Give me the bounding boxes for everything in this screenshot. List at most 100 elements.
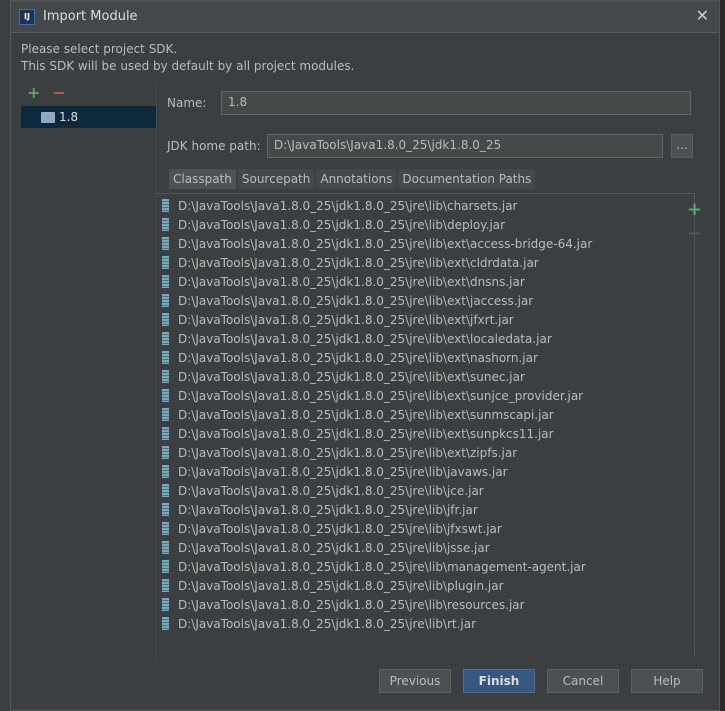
classpath-list[interactable]: D:\JavaTools\Java1.8.0_25\jdk1.8.0_25\jr… bbox=[157, 193, 695, 655]
classpath-path: D:\JavaTools\Java1.8.0_25\jdk1.8.0_25\jr… bbox=[178, 540, 490, 555]
classpath-path: D:\JavaTools\Java1.8.0_25\jdk1.8.0_25\jr… bbox=[178, 464, 508, 479]
browse-button[interactable]: ... bbox=[671, 134, 693, 158]
classpath-row[interactable]: D:\JavaTools\Java1.8.0_25\jdk1.8.0_25\jr… bbox=[157, 386, 694, 405]
jdk-path-row: JDK home path: D:\JavaTools\Java1.8.0_25… bbox=[167, 134, 693, 158]
classpath-path: D:\JavaTools\Java1.8.0_25\jdk1.8.0_25\jr… bbox=[178, 236, 593, 251]
cancel-button[interactable]: Cancel bbox=[547, 669, 619, 693]
classpath-path: D:\JavaTools\Java1.8.0_25\jdk1.8.0_25\jr… bbox=[178, 369, 525, 384]
classpath-path: D:\JavaTools\Java1.8.0_25\jdk1.8.0_25\jr… bbox=[178, 407, 554, 422]
classpath-row[interactable]: D:\JavaTools\Java1.8.0_25\jdk1.8.0_25\jr… bbox=[157, 234, 694, 253]
classpath-path: D:\JavaTools\Java1.8.0_25\jdk1.8.0_25\jr… bbox=[178, 217, 506, 232]
classpath-path: D:\JavaTools\Java1.8.0_25\jdk1.8.0_25\jr… bbox=[178, 578, 504, 593]
classpath-path: D:\JavaTools\Java1.8.0_25\jdk1.8.0_25\jr… bbox=[178, 521, 502, 536]
intellij-logo-icon: IJ bbox=[19, 8, 35, 25]
classpath-path: D:\JavaTools\Java1.8.0_25\jdk1.8.0_25\jr… bbox=[178, 312, 514, 327]
jar-icon bbox=[162, 351, 169, 364]
classpath-row[interactable]: D:\JavaTools\Java1.8.0_25\jdk1.8.0_25\jr… bbox=[157, 500, 694, 519]
jdk-path-label: JDK home path: bbox=[167, 139, 261, 153]
jar-icon bbox=[162, 446, 169, 459]
jar-icon bbox=[162, 427, 169, 440]
classpath-row[interactable]: D:\JavaTools\Java1.8.0_25\jdk1.8.0_25\jr… bbox=[157, 519, 694, 538]
jar-icon bbox=[162, 522, 169, 535]
jar-icon bbox=[162, 218, 169, 231]
jar-icon bbox=[162, 199, 169, 212]
tab-sourcepath[interactable]: Sourcepath bbox=[237, 169, 315, 189]
list-toolbar: + − bbox=[687, 198, 702, 246]
previous-button[interactable]: Previous bbox=[379, 669, 451, 693]
classpath-path: D:\JavaTools\Java1.8.0_25\jdk1.8.0_25\jr… bbox=[178, 559, 586, 574]
classpath-path: D:\JavaTools\Java1.8.0_25\jdk1.8.0_25\jr… bbox=[178, 293, 534, 308]
jar-icon bbox=[162, 560, 169, 573]
jar-icon bbox=[162, 541, 169, 554]
classpath-path: D:\JavaTools\Java1.8.0_25\jdk1.8.0_25\jr… bbox=[178, 597, 525, 612]
classpath-row[interactable]: D:\JavaTools\Java1.8.0_25\jdk1.8.0_25\jr… bbox=[157, 367, 694, 386]
classpath-path: D:\JavaTools\Java1.8.0_25\jdk1.8.0_25\jr… bbox=[178, 502, 478, 517]
classpath-row[interactable]: D:\JavaTools\Java1.8.0_25\jdk1.8.0_25\jr… bbox=[157, 310, 694, 329]
classpath-row[interactable]: D:\JavaTools\Java1.8.0_25\jdk1.8.0_25\jr… bbox=[157, 595, 694, 614]
jar-icon bbox=[162, 503, 169, 516]
close-icon[interactable]: ✕ bbox=[696, 6, 709, 25]
tab-annotations[interactable]: Annotations bbox=[316, 169, 397, 189]
help-button[interactable]: Help bbox=[631, 669, 703, 693]
classpath-row[interactable]: D:\JavaTools\Java1.8.0_25\jdk1.8.0_25\jr… bbox=[157, 329, 694, 348]
jar-icon bbox=[162, 598, 169, 611]
tab-classpath[interactable]: Classpath bbox=[169, 169, 236, 189]
classpath-path: D:\JavaTools\Java1.8.0_25\jdk1.8.0_25\jr… bbox=[178, 198, 518, 213]
classpath-path: D:\JavaTools\Java1.8.0_25\jdk1.8.0_25\jr… bbox=[178, 388, 584, 403]
remove-sdk-icon[interactable]: − bbox=[52, 83, 65, 102]
classpath-row[interactable]: D:\JavaTools\Java1.8.0_25\jdk1.8.0_25\jr… bbox=[157, 405, 694, 424]
sdk-panel: + − 1.8 bbox=[21, 81, 157, 661]
add-sdk-icon[interactable]: + bbox=[27, 83, 40, 102]
classpath-row[interactable]: D:\JavaTools\Java1.8.0_25\jdk1.8.0_25\jr… bbox=[157, 424, 694, 443]
jar-icon bbox=[162, 389, 169, 402]
sdk-item[interactable]: 1.8 bbox=[21, 106, 156, 128]
add-path-icon[interactable]: + bbox=[687, 198, 702, 222]
classpath-row[interactable]: D:\JavaTools\Java1.8.0_25\jdk1.8.0_25\jr… bbox=[157, 462, 694, 481]
name-row: Name: 1.8 bbox=[167, 91, 691, 115]
finish-button[interactable]: Finish bbox=[463, 669, 535, 693]
jar-icon bbox=[162, 294, 169, 307]
classpath-path: D:\JavaTools\Java1.8.0_25\jdk1.8.0_25\jr… bbox=[178, 616, 477, 631]
background-app bbox=[0, 0, 10, 711]
jdk-folder-icon bbox=[41, 111, 55, 123]
jar-icon bbox=[162, 332, 169, 345]
intro-text: Please select project SDK. This SDK will… bbox=[21, 41, 354, 75]
classpath-row[interactable]: D:\JavaTools\Java1.8.0_25\jdk1.8.0_25\jr… bbox=[157, 557, 694, 576]
classpath-path: D:\JavaTools\Java1.8.0_25\jdk1.8.0_25\jr… bbox=[178, 255, 539, 270]
intro-line-2: This SDK will be used by default by all … bbox=[21, 59, 355, 73]
jar-icon bbox=[162, 465, 169, 478]
classpath-path: D:\JavaTools\Java1.8.0_25\jdk1.8.0_25\jr… bbox=[178, 331, 552, 346]
classpath-row[interactable]: D:\JavaTools\Java1.8.0_25\jdk1.8.0_25\jr… bbox=[157, 443, 694, 462]
classpath-row[interactable]: D:\JavaTools\Java1.8.0_25\jdk1.8.0_25\jr… bbox=[157, 576, 694, 595]
jar-icon bbox=[162, 370, 169, 383]
classpath-path: D:\JavaTools\Java1.8.0_25\jdk1.8.0_25\jr… bbox=[178, 350, 538, 365]
name-input[interactable]: 1.8 bbox=[221, 91, 691, 115]
jar-icon bbox=[162, 237, 169, 250]
jar-icon bbox=[162, 579, 169, 592]
classpath-path: D:\JavaTools\Java1.8.0_25\jdk1.8.0_25\jr… bbox=[178, 445, 518, 460]
classpath-row[interactable]: D:\JavaTools\Java1.8.0_25\jdk1.8.0_25\jr… bbox=[157, 253, 694, 272]
jar-icon bbox=[162, 617, 169, 630]
classpath-row[interactable]: D:\JavaTools\Java1.8.0_25\jdk1.8.0_25\jr… bbox=[157, 614, 694, 633]
classpath-path: D:\JavaTools\Java1.8.0_25\jdk1.8.0_25\jr… bbox=[178, 426, 554, 441]
name-label: Name: bbox=[167, 96, 207, 110]
classpath-row[interactable]: D:\JavaTools\Java1.8.0_25\jdk1.8.0_25\jr… bbox=[157, 538, 694, 557]
jar-icon bbox=[162, 408, 169, 421]
dialog-title: Import Module bbox=[43, 9, 138, 24]
classpath-row[interactable]: D:\JavaTools\Java1.8.0_25\jdk1.8.0_25\jr… bbox=[157, 348, 694, 367]
intro-line-1: Please select project SDK. bbox=[21, 42, 178, 56]
classpath-row[interactable]: D:\JavaTools\Java1.8.0_25\jdk1.8.0_25\jr… bbox=[157, 215, 694, 234]
classpath-path: D:\JavaTools\Java1.8.0_25\jdk1.8.0_25\jr… bbox=[178, 274, 525, 289]
tab-bar: Classpath Sourcepath Annotations Documen… bbox=[169, 169, 536, 189]
import-module-dialog: IJ Import Module ✕ Please select project… bbox=[10, 0, 720, 711]
title-bar: IJ Import Module ✕ bbox=[11, 1, 719, 33]
remove-path-icon[interactable]: − bbox=[687, 222, 702, 246]
button-bar: Previous Finish Cancel Help bbox=[379, 669, 715, 693]
classpath-row[interactable]: D:\JavaTools\Java1.8.0_25\jdk1.8.0_25\jr… bbox=[157, 196, 694, 215]
classpath-row[interactable]: D:\JavaTools\Java1.8.0_25\jdk1.8.0_25\jr… bbox=[157, 291, 694, 310]
jar-icon bbox=[162, 256, 169, 269]
tab-documentation-paths[interactable]: Documentation Paths bbox=[398, 169, 536, 189]
classpath-row[interactable]: D:\JavaTools\Java1.8.0_25\jdk1.8.0_25\jr… bbox=[157, 481, 694, 500]
jdk-path-input[interactable]: D:\JavaTools\Java1.8.0_25\jdk1.8.0_25 bbox=[267, 134, 663, 158]
classpath-row[interactable]: D:\JavaTools\Java1.8.0_25\jdk1.8.0_25\jr… bbox=[157, 272, 694, 291]
